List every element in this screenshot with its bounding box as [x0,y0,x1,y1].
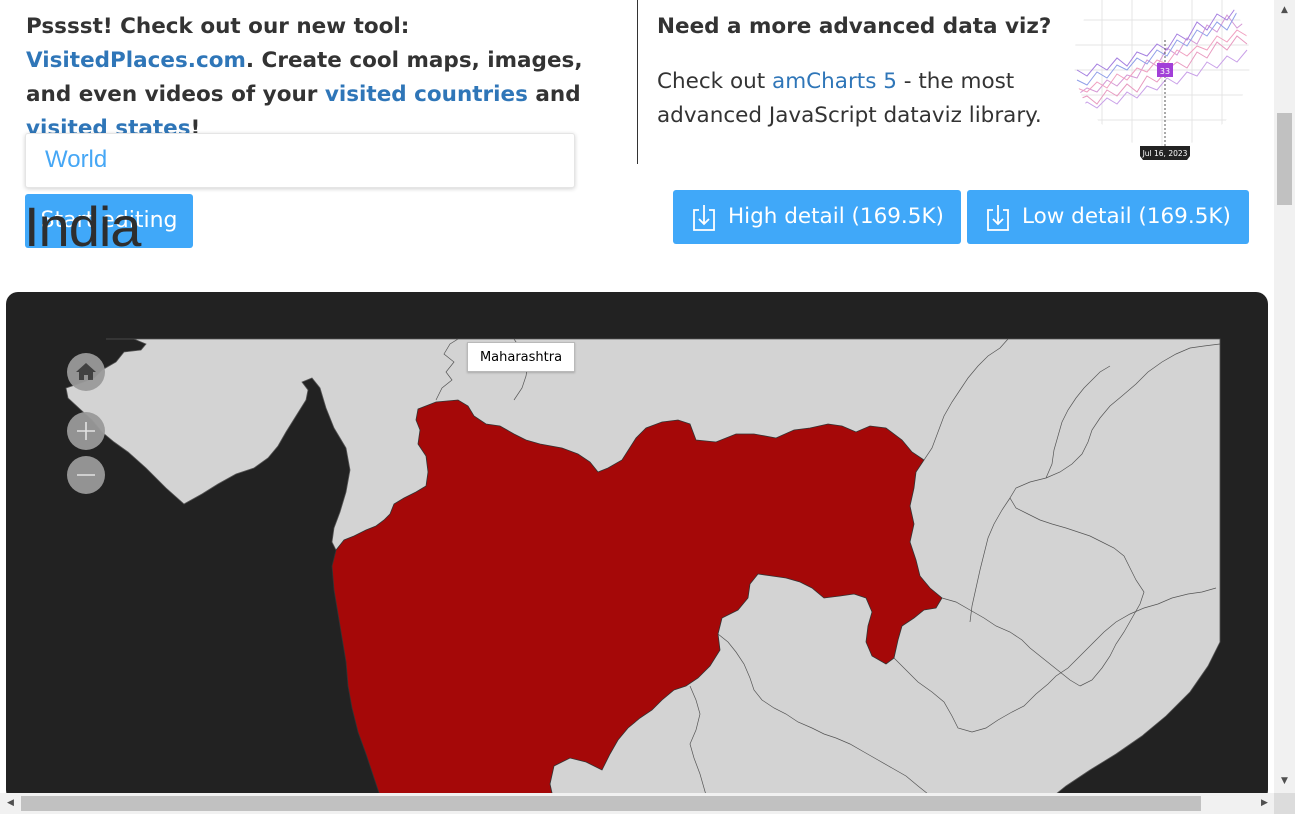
zoom-out-button[interactable] [67,456,105,494]
download-icon [693,205,715,231]
promo-amcharts-title: Need a more advanced data viz? [657,14,1052,39]
zoom-in-button[interactable] [67,412,105,450]
download-low-label: Low detail (169.5K) [1022,204,1231,229]
india-map[interactable] [6,292,1268,802]
scroll-down-arrow-icon[interactable]: ▼ [1274,773,1295,790]
map-select-value: World [45,146,108,173]
minus-icon [77,474,95,476]
amcharts-link[interactable]: amCharts 5 [772,69,897,94]
page-title: India [24,195,141,258]
scroll-left-arrow-icon[interactable]: ◀ [2,793,19,814]
promo-divider [637,0,638,164]
scroll-up-arrow-icon[interactable]: ▲ [1274,2,1295,19]
download-high-label: High detail (169.5K) [728,204,944,229]
home-icon [76,363,96,380]
map-container[interactable] [6,292,1268,802]
promo-amcharts-text: Check out amCharts 5 - the most advanced… [657,69,1042,128]
amcharts-promo-thumbnail[interactable]: 33 Jul 16, 2023 [1072,0,1252,162]
state-tooltip: Maharashtra [467,342,575,372]
download-low-detail-button[interactable]: Low detail (169.5K) [967,190,1249,244]
promo-visitedplaces: Psssst! Check out our new tool: VisitedP… [26,14,583,141]
vertical-scroll-thumb[interactable] [1277,113,1292,205]
scrollbar-corner [1274,793,1295,814]
download-icon [987,205,1009,231]
map-home-button[interactable] [67,353,105,391]
scroll-right-arrow-icon[interactable]: ▶ [1256,793,1273,814]
plus-icon [77,422,95,440]
map-select-dropdown[interactable]: World [25,133,575,188]
horizontal-scroll-thumb[interactable] [21,796,1201,811]
vertical-scrollbar[interactable]: ▲ ▼ [1274,0,1295,793]
visited-countries-link[interactable]: visited countries [325,82,528,107]
download-high-detail-button[interactable]: High detail (169.5K) [673,190,961,244]
visitedplaces-link[interactable]: VisitedPlaces.com [26,48,246,73]
svg-text:Jul 16, 2023: Jul 16, 2023 [1142,149,1188,158]
svg-text:33: 33 [1160,67,1170,76]
horizontal-scrollbar[interactable]: ◀ ▶ [0,793,1274,814]
